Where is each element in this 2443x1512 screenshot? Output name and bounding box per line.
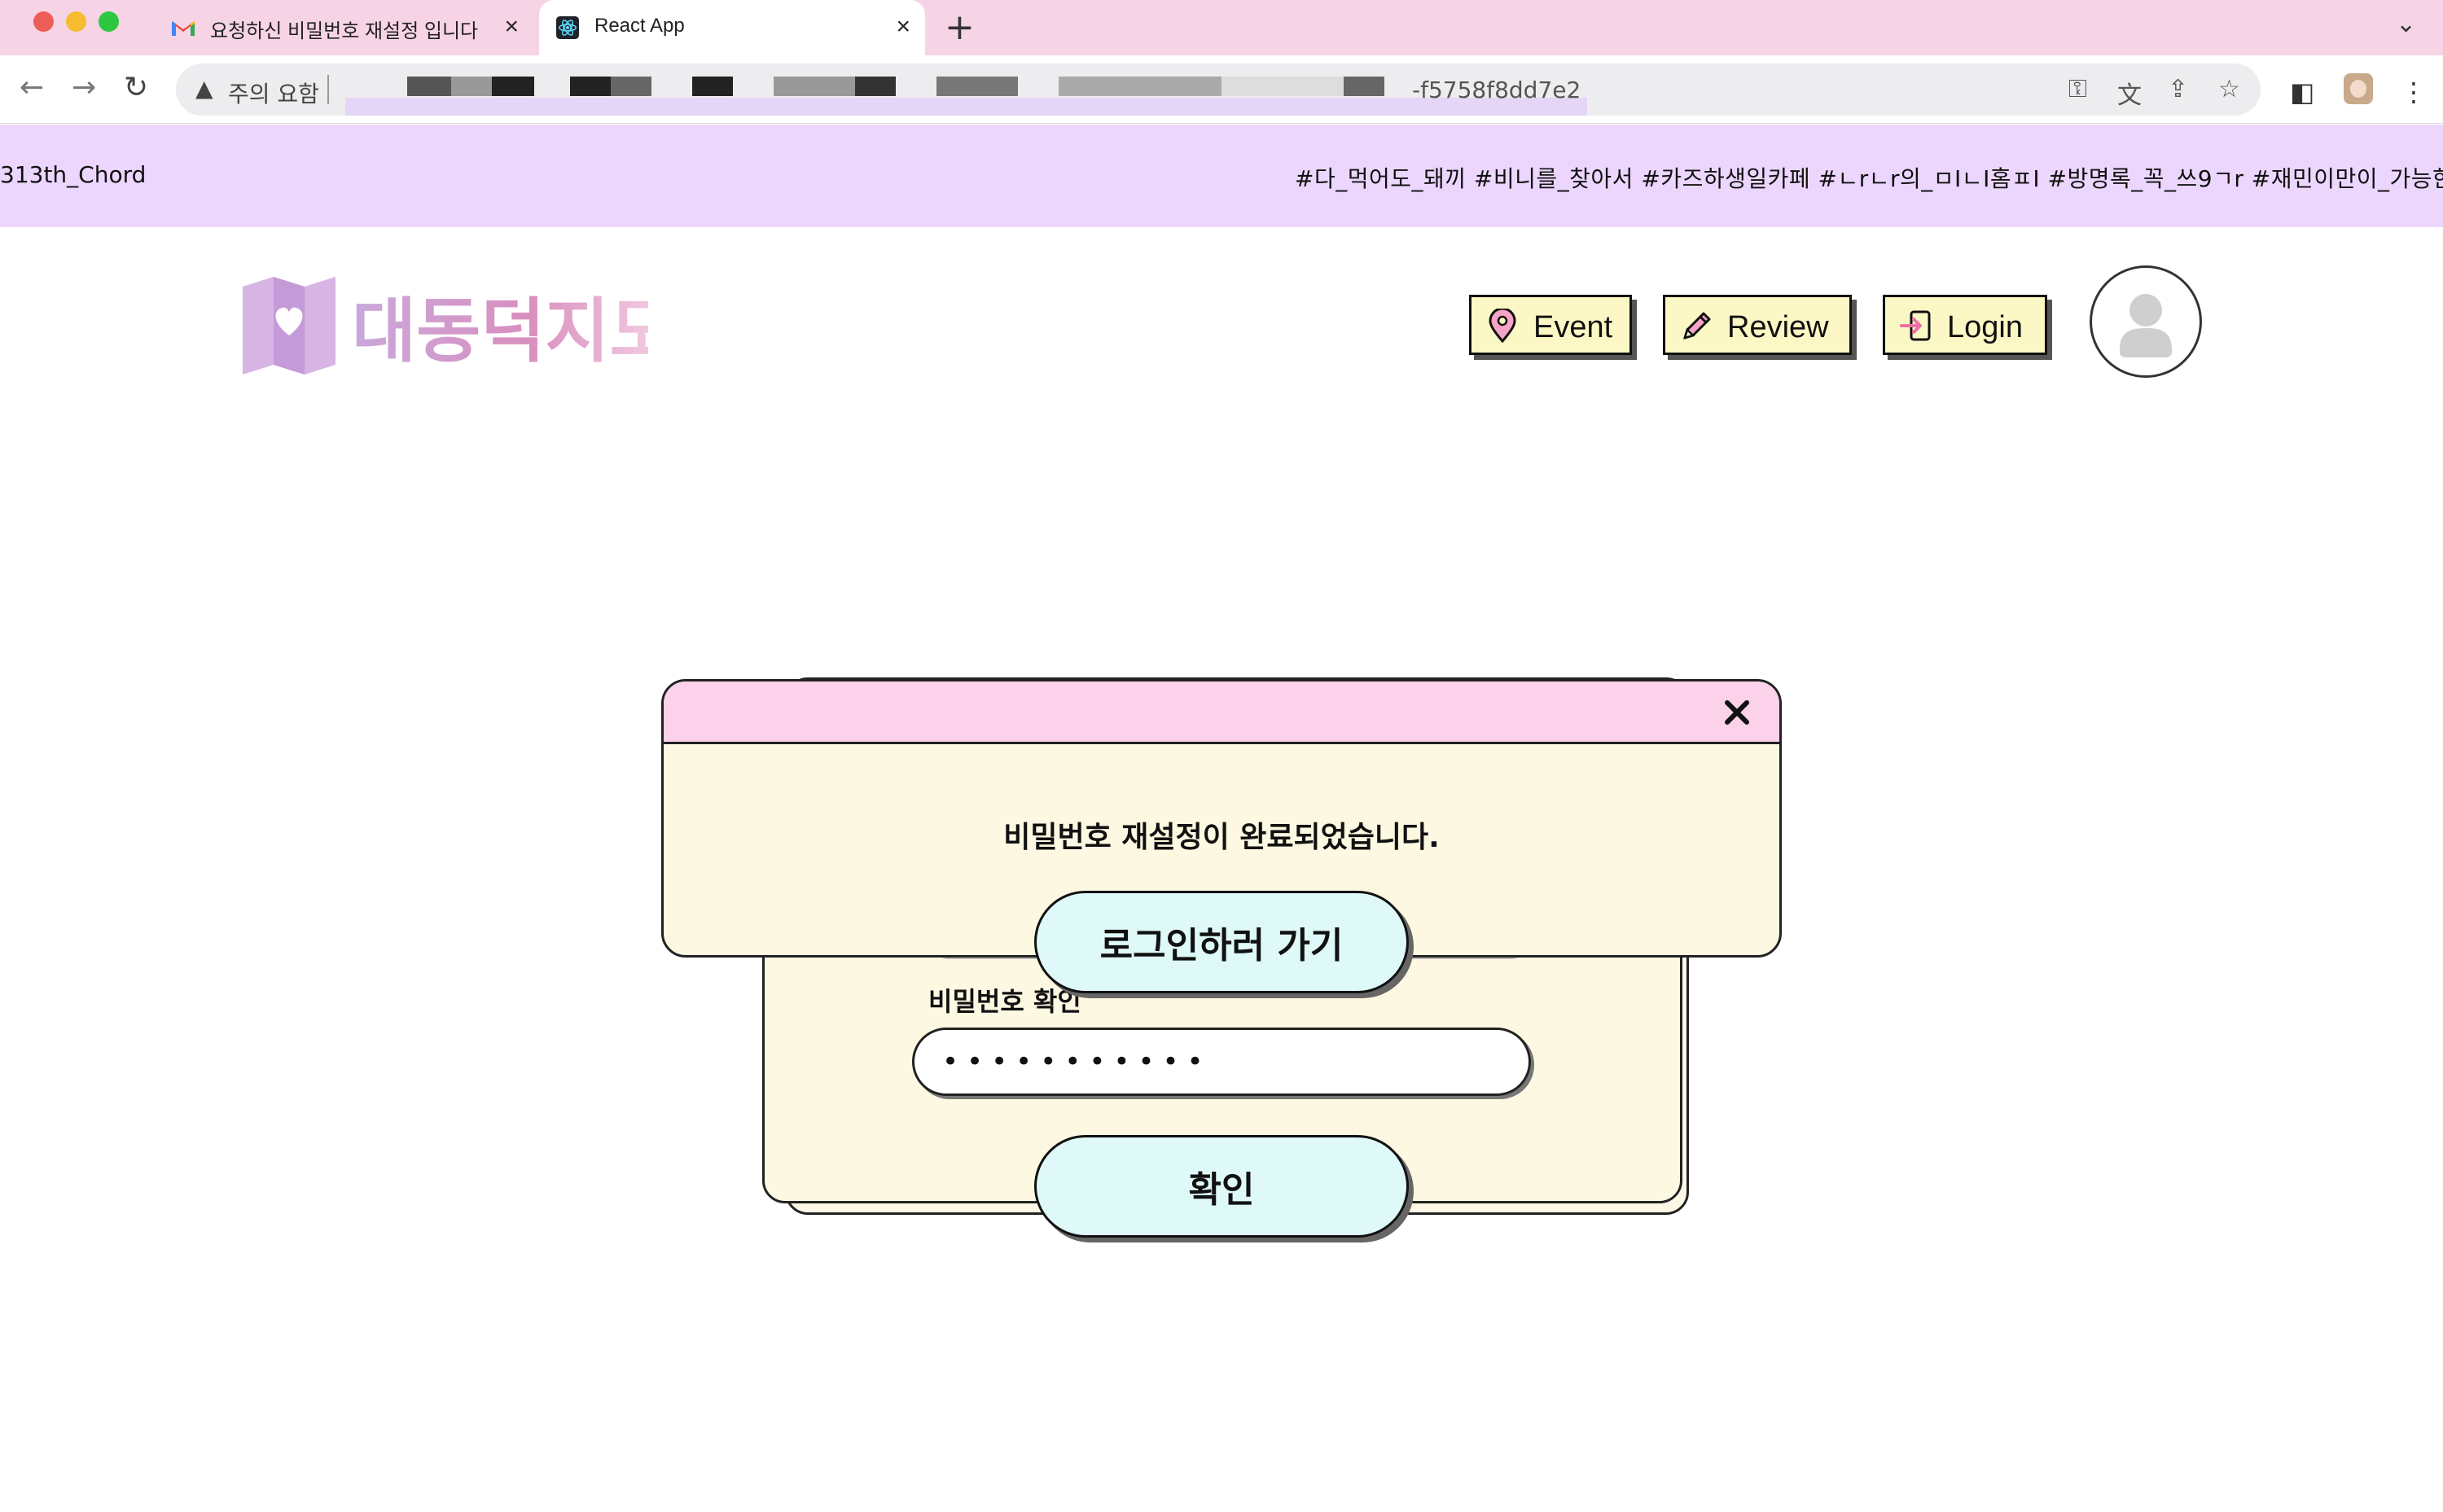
redacted-url-block bbox=[1222, 77, 1344, 96]
confirm-password-label: 비밀번호 확인 bbox=[928, 986, 1081, 1017]
redacted-url-block bbox=[1059, 77, 1222, 96]
login-button-label: Login bbox=[1947, 310, 2023, 344]
marquee-text-left: 313th_Chord bbox=[0, 161, 147, 188]
close-icon[interactable]: × bbox=[896, 13, 910, 41]
side-panel-icon[interactable]: ◧ bbox=[2290, 77, 2314, 107]
back-arrow-icon[interactable]: ← bbox=[20, 72, 44, 104]
event-button-label: Event bbox=[1533, 310, 1613, 344]
tab-title: React App bbox=[594, 15, 685, 37]
redacted-url-block bbox=[1344, 77, 1384, 96]
site-logo[interactable]: 대동덕지도 bbox=[241, 277, 648, 375]
go-to-login-button[interactable]: 로그인하러 가기 bbox=[1034, 891, 1409, 993]
redacted-url-block bbox=[407, 77, 451, 96]
review-button[interactable]: Review bbox=[1663, 295, 1852, 355]
hashtag-marquee: 313th_Chord #다_먹어도_돼끼 #비니를_찾아서 #카즈하생일카페 … bbox=[0, 125, 2443, 227]
tab-title: 요청하신 비밀번호 재설정 입니다. - bbox=[210, 20, 479, 42]
login-button[interactable]: Login bbox=[1883, 295, 2047, 355]
new-tab-plus-icon[interactable]: + bbox=[945, 8, 975, 47]
redacted-url-block bbox=[492, 77, 534, 96]
redacted-url-block bbox=[692, 77, 733, 96]
confirm-password-input[interactable]: ••••••••••• bbox=[912, 1028, 1531, 1096]
react-icon bbox=[556, 16, 579, 39]
redacted-url-highlight bbox=[345, 98, 1587, 116]
divider bbox=[327, 75, 329, 104]
logo-text: 대동덕지도 bbox=[352, 291, 648, 372]
address-bar[interactable]: ▲ 주의 요함 -f5758f8dd7e2 ⚿ 文 ⇪ ☆ bbox=[176, 64, 2261, 116]
window-close-button[interactable] bbox=[33, 11, 54, 32]
url-text[interactable]: -f5758f8dd7e2 bbox=[1412, 77, 1581, 103]
redacted-url-block bbox=[936, 77, 1018, 96]
tab-gmail[interactable]: 요청하신 비밀번호 재설정 입니다. - × bbox=[155, 0, 533, 55]
user-avatar[interactable] bbox=[2090, 265, 2202, 378]
close-icon[interactable] bbox=[1719, 695, 1755, 730]
kebab-menu-icon[interactable]: ⋮ bbox=[2401, 77, 2427, 107]
gmail-icon bbox=[172, 21, 195, 36]
forward-arrow-icon[interactable]: → bbox=[72, 72, 96, 104]
redacted-url-block bbox=[570, 77, 611, 96]
user-silhouette-icon bbox=[2120, 294, 2172, 357]
confirm-button[interactable]: 확인 bbox=[1034, 1135, 1409, 1238]
bookmark-star-icon[interactable]: ☆ bbox=[2218, 75, 2240, 103]
browser-toolbar: ← → ↻ ▲ 주의 요함 -f5758f8dd7e2 ⚿ 文 ⇪ ☆ ◧ ⋮ bbox=[0, 55, 2443, 124]
modal-message: 비밀번호 재설정이 완료되었습니다. bbox=[1003, 821, 1440, 854]
chevron-down-icon[interactable]: ⌄ bbox=[2396, 10, 2416, 38]
marquee-text-right: #다_먹어도_돼끼 #비니를_찾아서 #카즈하생일카페 #ㄴrㄴr의_ㅁIㄴI홈… bbox=[1295, 165, 2443, 192]
review-button-label: Review bbox=[1727, 310, 1829, 344]
browser-profile-avatar[interactable] bbox=[2344, 73, 2373, 104]
share-icon[interactable]: ⇪ bbox=[2168, 75, 2188, 103]
redacted-url-block bbox=[611, 77, 651, 96]
security-warning-label[interactable]: 주의 요함 bbox=[228, 77, 319, 109]
reload-icon[interactable]: ↻ bbox=[124, 72, 148, 104]
key-icon[interactable]: ⚿ bbox=[2068, 75, 2087, 103]
login-arrow-icon bbox=[1900, 310, 1931, 341]
event-button[interactable]: Event bbox=[1469, 295, 1632, 355]
close-icon[interactable]: × bbox=[504, 13, 519, 41]
map-pin-icon bbox=[1489, 309, 1516, 343]
pencil-icon bbox=[1683, 312, 1711, 340]
redacted-url-block bbox=[451, 77, 492, 96]
warning-triangle-icon[interactable]: ▲ bbox=[195, 75, 213, 102]
redacted-url-block bbox=[855, 77, 896, 96]
translate-icon[interactable]: 文 bbox=[2117, 75, 2142, 111]
browser-tab-bar: 요청하신 비밀번호 재설정 입니다. - × React App × + ⌄ bbox=[0, 0, 2443, 55]
tab-react-app[interactable]: React App × bbox=[539, 0, 925, 55]
window-zoom-button[interactable] bbox=[99, 11, 119, 32]
redacted-url-block bbox=[774, 77, 855, 96]
window-minimize-button[interactable] bbox=[66, 11, 86, 32]
modal-header bbox=[664, 681, 1779, 744]
